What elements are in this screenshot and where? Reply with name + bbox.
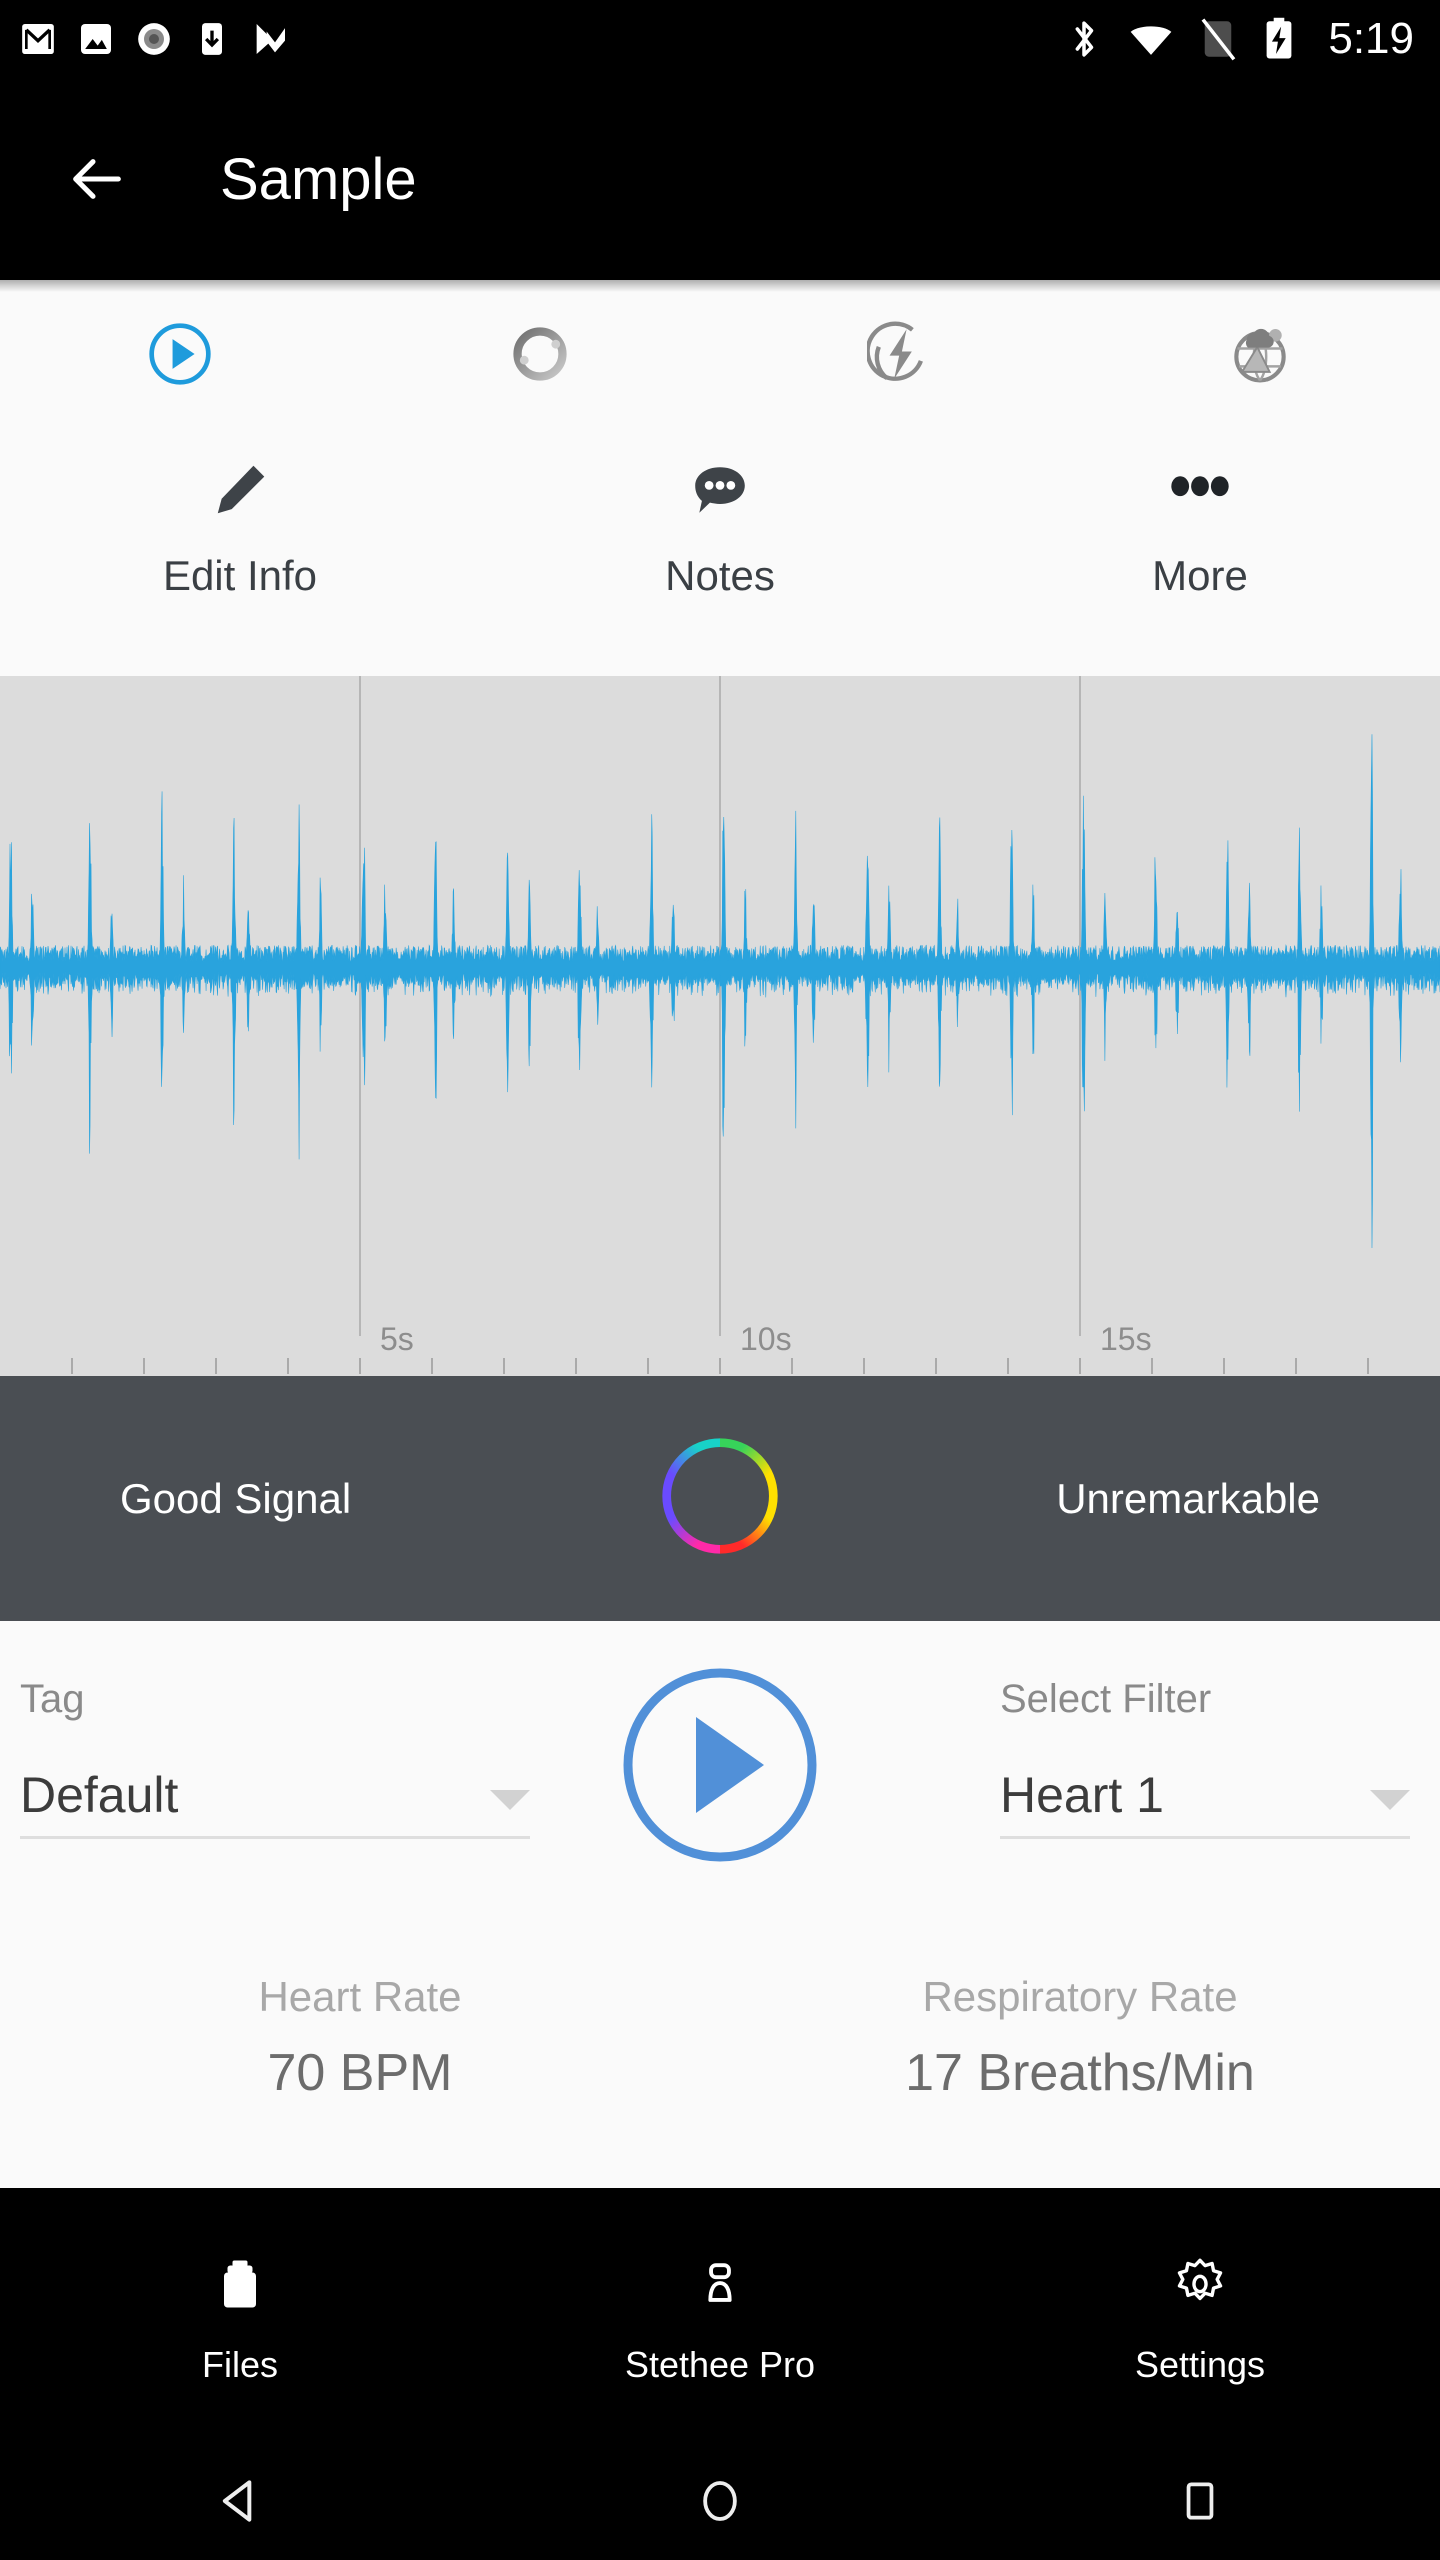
- status-bar-clock: 5:19: [1328, 14, 1414, 63]
- play-circle-icon: [623, 1668, 817, 1862]
- nav-label: Stethee Pro: [624, 2344, 816, 2385]
- nav-item-stethee-pro[interactable]: Stethee Pro: [480, 2244, 960, 2386]
- three-dots-icon-wrap: [1167, 442, 1233, 538]
- bottom-navigation: Files Stethee Pro Settings: [0, 2188, 1440, 2442]
- gear-icon: [1177, 2258, 1223, 2301]
- wifi-icon: [1131, 26, 1172, 55]
- tag-label: Tag: [20, 1677, 85, 1721]
- stethee-device-icon-wrap: [691, 2244, 749, 2324]
- status-bar: 5:19: [0, 0, 1440, 78]
- back-button[interactable]: [62, 144, 132, 214]
- briefcase-icon: [224, 2260, 256, 2308]
- ring-circle-icon: [513, 327, 567, 381]
- action-label: More: [1152, 552, 1248, 599]
- circle-home-icon: [703, 2481, 737, 2521]
- waveform-chart[interactable]: 5s 10s 15s: [0, 676, 1440, 1376]
- lightning-circle-icon: [867, 321, 923, 381]
- filter-field: Select Filter Heart 1: [1000, 1677, 1410, 1839]
- metric-label: Heart Rate: [258, 1973, 462, 2020]
- tag-value: Default: [20, 1767, 179, 1823]
- action-label: Edit Info: [162, 552, 318, 599]
- speech-bubble-icon: [695, 467, 745, 513]
- waveform-svg: [0, 676, 1440, 1374]
- three-dots-icon: [1171, 476, 1229, 497]
- back-arrow-icon: [73, 159, 121, 199]
- tab-playback[interactable]: [0, 321, 360, 387]
- filter-value: Heart 1: [1000, 1767, 1164, 1823]
- play-button[interactable]: [620, 1665, 820, 1870]
- filter-dropdown[interactable]: Heart 1: [1000, 1766, 1410, 1839]
- globe-weather-icon: [1234, 328, 1286, 383]
- nav-item-files[interactable]: Files: [0, 2244, 480, 2386]
- chevron-down-icon: [1370, 1790, 1410, 1810]
- pencil-icon-wrap: [209, 442, 271, 538]
- gear-icon-wrap: [1171, 2244, 1229, 2324]
- nav-label: Files: [201, 2344, 278, 2385]
- metric-value: 70 BPM: [267, 2044, 453, 2102]
- tag-field: Tag Default: [20, 1677, 530, 1839]
- action-label: Notes: [665, 552, 775, 599]
- play-circle-icon: [149, 323, 211, 385]
- play-check-icon: [256, 24, 285, 54]
- battery-charging-icon: [1266, 17, 1292, 59]
- pencil-icon: [217, 465, 265, 514]
- analysis-tab-row: [0, 280, 1440, 428]
- metric-label: Respiratory Rate: [922, 1973, 1238, 2020]
- status-bar-system-icons: 5:19: [1064, 14, 1414, 64]
- action-more[interactable]: More: [960, 442, 1440, 676]
- action-notes[interactable]: Notes: [480, 442, 960, 676]
- tab-environment[interactable]: [1080, 321, 1440, 387]
- main-content: Edit Info Notes More 5s 10s 15s Good Sig…: [0, 280, 1440, 2188]
- speech-bubble-icon-wrap: [689, 442, 751, 538]
- filter-label: Select Filter: [1000, 1677, 1212, 1721]
- app-toolbar: Sample: [0, 78, 1440, 280]
- square-recents-icon: [1186, 2482, 1214, 2520]
- metrics-row: Heart Rate 70 BPM Respiratory Rate 17 Br…: [0, 1951, 1440, 2103]
- status-bar-notifications: [18, 19, 1064, 59]
- tab-energy[interactable]: [720, 321, 1080, 387]
- android-back-button[interactable]: [0, 2473, 480, 2529]
- time-tick-label: 10s: [740, 1321, 792, 1357]
- metric-heart-rate: Heart Rate 70 BPM: [0, 1973, 720, 2103]
- chevron-down-icon: [490, 1790, 530, 1810]
- metric-value: 17 Breaths/Min: [905, 2044, 1255, 2102]
- bluetooth-icon: [1075, 21, 1094, 57]
- playback-controls: Tag Default Select Filter Heart 1: [0, 1621, 1440, 1951]
- tab-signal-quality[interactable]: [360, 323, 720, 385]
- app-screen: 5:19 Sample Edit Info Notes More 5s 10s …: [0, 0, 1440, 2560]
- time-tick-label: 5s: [380, 1321, 414, 1357]
- signal-quality-label: Good Signal: [120, 1474, 352, 1522]
- time-tick-label: 15s: [1100, 1321, 1152, 1357]
- nav-item-settings[interactable]: Settings: [960, 2244, 1440, 2386]
- action-row: Edit Info Notes More: [0, 428, 1440, 676]
- android-recents-button[interactable]: [960, 2476, 1440, 2526]
- android-navigation-bar: [0, 2442, 1440, 2560]
- android-home-button[interactable]: [480, 2474, 960, 2528]
- signal-status-bar: Good Signal Unremarkable: [0, 1376, 1440, 1621]
- briefcase-icon-wrap: [210, 2244, 270, 2324]
- stethee-device-icon: [708, 2263, 732, 2302]
- nav-label: Settings: [1134, 2344, 1266, 2385]
- triangle-back-icon: [222, 2480, 252, 2522]
- download-to-phone-icon: [202, 23, 222, 55]
- gmail-icon: [22, 24, 54, 54]
- metric-respiratory-rate: Respiratory Rate 17 Breaths/Min: [720, 1973, 1440, 2103]
- assessment-label: Unremarkable: [1056, 1474, 1320, 1522]
- record-circle-icon: [138, 23, 170, 55]
- page-title: Sample: [220, 146, 417, 212]
- no-sim-icon: [1201, 18, 1236, 61]
- tag-dropdown[interactable]: Default: [20, 1766, 530, 1839]
- photos-icon: [81, 24, 111, 54]
- rainbow-ring-icon[interactable]: [658, 1434, 782, 1563]
- action-edit-info[interactable]: Edit Info: [0, 442, 480, 676]
